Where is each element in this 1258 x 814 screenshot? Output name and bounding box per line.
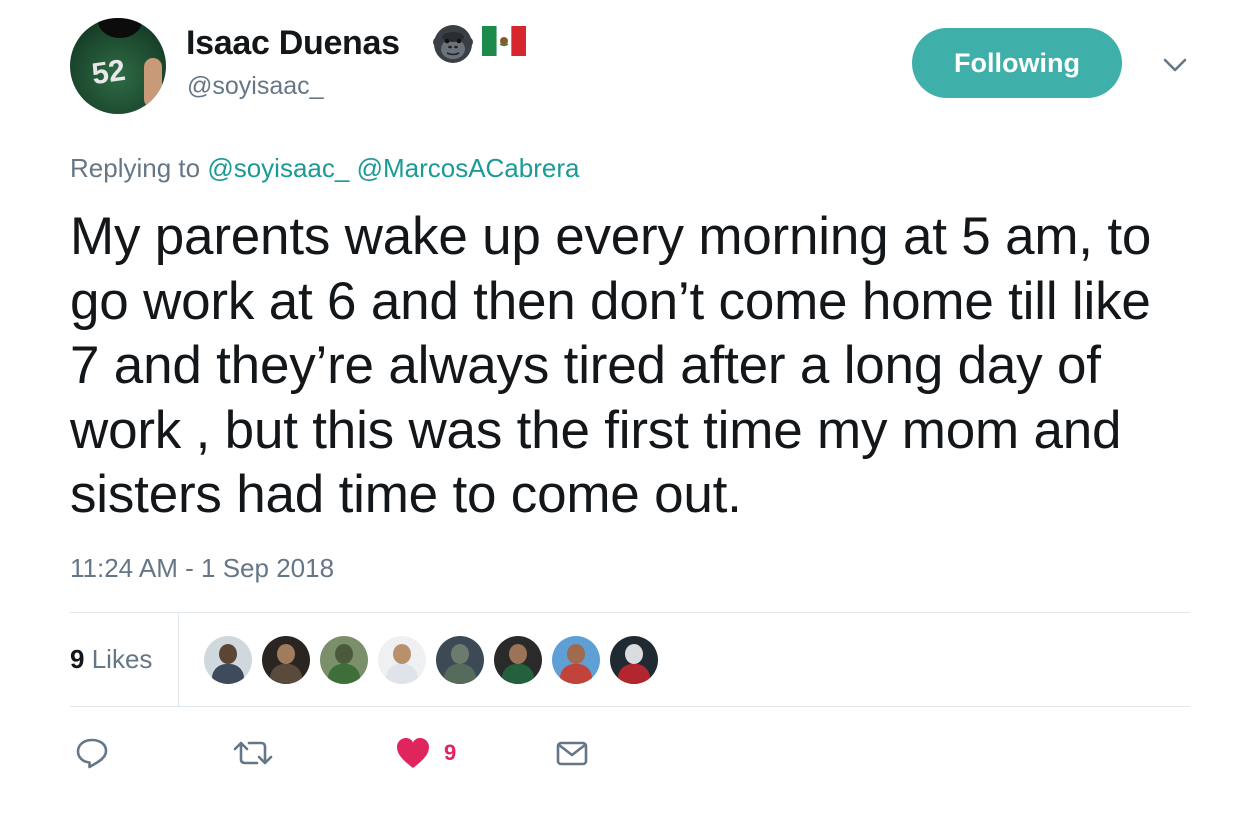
liker-avatar[interactable]	[204, 636, 252, 684]
likes-label: Likes	[91, 644, 153, 674]
mention-link[interactable]: @MarcosACabrera	[357, 153, 580, 183]
mention-link[interactable]: @soyisaac_	[207, 153, 349, 183]
chevron-down-icon[interactable]	[1160, 50, 1190, 80]
liker-avatar[interactable]	[610, 636, 658, 684]
following-button[interactable]: Following	[912, 28, 1122, 98]
liker-avatar[interactable]	[378, 636, 426, 684]
tweet-detail: 52 Isaac Duenas @soyisaac_ Following Rep…	[0, 0, 1258, 814]
liker-avatar[interactable]	[436, 636, 484, 684]
handle[interactable]: @soyisaac_	[187, 72, 324, 101]
direct-message-button[interactable]	[554, 733, 590, 773]
liker-avatar[interactable]	[494, 636, 542, 684]
avatar-helmet	[98, 18, 142, 38]
replying-to-line: Replying to @soyisaac_ @MarcosACabrera	[70, 153, 579, 184]
reply-button[interactable]	[74, 733, 110, 773]
divider	[70, 706, 1190, 707]
like-count: 9	[444, 740, 457, 765]
retweet-icon	[233, 741, 273, 765]
liker-avatar[interactable]	[552, 636, 600, 684]
likes-count[interactable]: 9 Likes	[70, 644, 152, 675]
avatar-jersey-number: 52	[89, 53, 128, 92]
likes-number: 9	[70, 644, 85, 674]
heart-icon	[397, 738, 429, 768]
reply-icon	[76, 738, 108, 769]
liker-avatar[interactable]	[262, 636, 310, 684]
retweet-button[interactable]	[232, 733, 274, 773]
replying-to-label: Replying to	[70, 153, 201, 183]
mexico-flag-icon	[482, 26, 526, 56]
gorilla-icon	[433, 25, 473, 63]
liker-avatar[interactable]	[320, 636, 368, 684]
envelope-icon	[556, 741, 588, 766]
like-button[interactable]: 9	[394, 733, 456, 773]
divider	[178, 612, 179, 706]
tweet-text: My parents wake up every morning at 5 am…	[70, 207, 1152, 524]
divider	[70, 612, 1190, 613]
timestamp[interactable]: 11:24 AM - 1 Sep 2018	[70, 553, 334, 584]
avatar[interactable]: 52	[70, 18, 166, 114]
avatar-arm	[144, 58, 162, 108]
display-name[interactable]: Isaac Duenas	[186, 24, 400, 63]
